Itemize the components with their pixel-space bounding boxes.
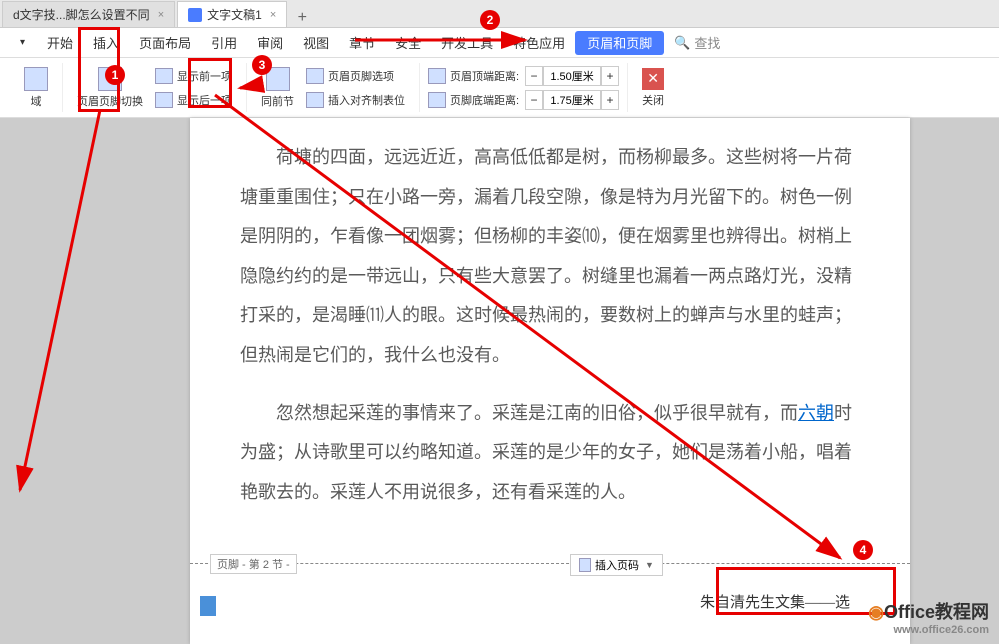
watermark: ◉Office教程网 www.office26.com [868, 598, 989, 636]
search-icon: 🔍 [674, 35, 690, 51]
menu-view[interactable]: 视图 [293, 29, 339, 57]
decrease-button[interactable]: − [525, 66, 543, 86]
tabs-bar: d文字技...脚怎么设置不同 × 文字文稿1 × + [0, 0, 999, 28]
close-x-icon: ✕ [642, 68, 664, 90]
search-label: 查找 [694, 33, 720, 52]
footer-section-label: 页脚 - 第 2 节 - [210, 554, 297, 574]
increase-button[interactable]: + [601, 66, 619, 86]
decrease-button[interactable]: − [525, 90, 543, 110]
word-doc-icon [188, 8, 202, 22]
tab-label: 文字文稿1 [207, 6, 262, 23]
page[interactable]: 荷塘的四面，远远近近，高高低低都是树，而杨柳最多。这些树将一片荷塘重重围住；只在… [190, 118, 910, 644]
menu-chapter[interactable]: 章节 [339, 29, 385, 57]
menu-start[interactable]: 开始 [37, 29, 83, 57]
field-icon [24, 67, 48, 91]
footer-separator [190, 563, 910, 564]
tab-item-active[interactable]: 文字文稿1 × [177, 1, 287, 27]
menu-devtools[interactable]: 开发工具 [431, 29, 503, 57]
hf-switch-button[interactable]: 页眉页脚切换 [71, 65, 149, 111]
options-icon [306, 68, 324, 84]
menu-insert[interactable]: 插入 [83, 29, 129, 57]
tab-label: d文字技...脚怎么设置不同 [13, 6, 150, 23]
prev-icon [155, 68, 173, 84]
next-icon [155, 92, 173, 108]
insert-tab-button[interactable]: 插入对齐制表位 [306, 88, 411, 112]
header-dist-icon [428, 68, 446, 84]
close-hf-button[interactable]: ✕ 关闭 [636, 66, 670, 110]
ribbon-group-distance: 页眉顶端距离: − + 页脚底端距离: − + [420, 63, 628, 112]
header-dist-label: 页眉顶端距离: [450, 68, 519, 84]
header-dist-spinner: − + [525, 66, 619, 86]
menu-pagelayout[interactable]: 页面布局 [129, 29, 201, 57]
watermark-logo-icon: ◉ [868, 602, 884, 622]
ribbon-group-switch: 页眉页脚切换 显示前一项 显示后一项 [63, 63, 247, 112]
same-prev-button[interactable]: 同前节 [255, 65, 300, 111]
menu-dropdown[interactable] [10, 29, 37, 57]
footer-dist-spinner: − + [525, 90, 619, 110]
page-indicator-icon [200, 596, 216, 616]
hf-options-button[interactable]: 页眉页脚选项 [306, 64, 411, 88]
insert-page-number-button[interactable]: 插入页码 ▼ [570, 554, 663, 576]
field-button[interactable]: 域 [18, 65, 54, 111]
menu-special[interactable]: 特色应用 [503, 29, 575, 57]
link-label: 同前节 [261, 93, 294, 109]
menu-security[interactable]: 安全 [385, 29, 431, 57]
chevron-down-icon: ▼ [645, 560, 654, 570]
close-icon[interactable]: × [158, 9, 164, 21]
page-num-icon [579, 558, 591, 572]
increase-button[interactable]: + [601, 90, 619, 110]
close-icon[interactable]: × [270, 9, 276, 21]
menu-bar: 开始 插入 页面布局 引用 审阅 视图 章节 安全 开发工具 特色应用 页眉和页… [0, 28, 999, 58]
header-dist-input[interactable] [543, 66, 601, 86]
footer-dist-label: 页脚底端距离: [450, 92, 519, 108]
document-area: 荷塘的四面，远远近近，高高低低都是树，而杨柳最多。这些树将一片荷塘重重围住；只在… [0, 118, 999, 644]
switch-icon [98, 67, 122, 91]
tab-item[interactable]: d文字技...脚怎么设置不同 × [2, 1, 175, 27]
footer-dist-icon [428, 92, 446, 108]
field-label: 域 [31, 93, 42, 109]
show-prev-button[interactable]: 显示前一项 [155, 64, 238, 88]
close-label: 关闭 [642, 92, 664, 108]
ribbon: 域 页眉页脚切换 显示前一项 显示后一项 同前节 页眉页脚选项 [0, 58, 999, 118]
footer-dist-input[interactable] [543, 90, 601, 110]
new-tab-button[interactable]: + [287, 9, 317, 27]
menu-review[interactable]: 审阅 [247, 29, 293, 57]
paragraph: 荷塘的四面，远远近近，高高低低都是树，而杨柳最多。这些树将一片荷塘重重围住；只在… [240, 138, 860, 376]
show-next-button[interactable]: 显示后一项 [155, 88, 238, 112]
search-box[interactable]: 🔍 查找 [674, 33, 720, 52]
ribbon-group-field: 域 [10, 63, 63, 112]
hyperlink[interactable]: 六朝 [798, 403, 834, 423]
paragraph: 忽然想起采莲的事情来了。采莲是江南的旧俗，似乎很早就有，而六朝时为盛；从诗歌里可… [240, 394, 860, 513]
menu-reference[interactable]: 引用 [201, 29, 247, 57]
footer-text[interactable]: 朱自清先生文集——选 [700, 591, 850, 612]
menu-header-footer[interactable]: 页眉和页脚 [575, 31, 664, 55]
switch-label: 页眉页脚切换 [77, 93, 143, 109]
link-section-icon [266, 67, 290, 91]
tab-icon [306, 92, 324, 108]
ribbon-group-link: 同前节 页眉页脚选项 插入对齐制表位 [247, 63, 420, 112]
ribbon-group-close: ✕ 关闭 [628, 63, 678, 112]
